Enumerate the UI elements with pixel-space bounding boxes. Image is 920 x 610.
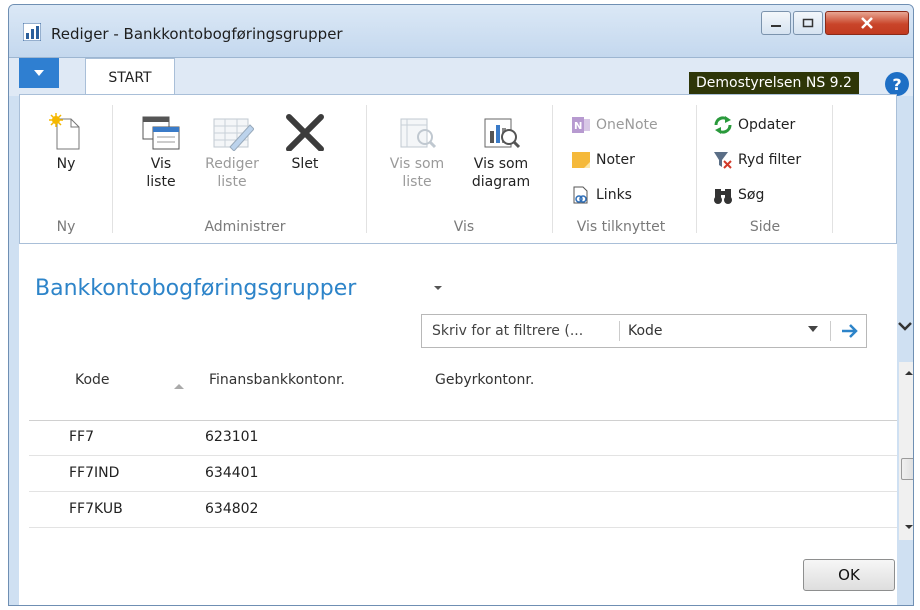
cell-finansbankkontonr: 634401 — [205, 465, 259, 481]
scroll-up-icon[interactable] — [904, 370, 914, 376]
column-header-kode[interactable]: Kode — [75, 372, 110, 388]
edit-list-label-1: Rediger — [205, 156, 259, 172]
ok-button[interactable]: OK — [803, 559, 895, 591]
chevron-down-icon[interactable] — [807, 324, 819, 334]
chart-magnifier-icon — [484, 118, 521, 149]
edit-list-label-2: liste — [217, 174, 247, 190]
help-icon[interactable]: ? — [885, 72, 909, 96]
view-as-chart-label-1: Vis som — [473, 156, 529, 172]
table-row[interactable]: FF7KUB 634802 — [29, 492, 897, 528]
title-bar[interactable]: Rediger - Bankkontobogføringsgrupper — [9, 5, 913, 57]
show-list-button[interactable]: Vis liste — [138, 113, 184, 191]
clear-filter-icon — [714, 152, 732, 169]
sort-ascending-icon — [174, 384, 184, 389]
onenote-button[interactable]: N OneNote — [570, 115, 658, 135]
view-as-list-button[interactable]: Vis som liste — [382, 113, 452, 191]
table-row[interactable]: FF7IND 634401 — [29, 456, 897, 492]
close-button[interactable] — [825, 11, 909, 35]
new-button[interactable]: Ny — [46, 113, 86, 173]
delete-icon — [286, 114, 324, 151]
tab-start[interactable]: START — [85, 58, 175, 96]
cell-kode: FF7IND — [69, 465, 120, 481]
maximize-icon — [794, 12, 822, 34]
group-label-side: Side — [749, 219, 781, 235]
file-menu-button[interactable] — [19, 58, 59, 88]
table-row[interactable]: FF7 623101 — [29, 420, 897, 456]
column-header-gebyrkontonr[interactable]: Gebyrkontonr. — [435, 372, 534, 388]
links-label: Links — [596, 187, 632, 203]
minimize-icon — [762, 12, 790, 34]
content-area: Bankkontobogføringsgrupper Skriv for at … — [19, 244, 913, 605]
close-icon — [826, 12, 908, 34]
refresh-button[interactable]: Opdater — [712, 115, 795, 135]
binoculars-icon — [714, 189, 732, 204]
maximize-button[interactable] — [793, 11, 823, 35]
show-list-label-2: liste — [146, 174, 176, 190]
ribbon: Ny Ny Vis liste Rediger liste Slet Admin… — [19, 94, 897, 244]
dialog-window: Rediger - Bankkontobogføringsgrupper STA… — [8, 4, 914, 606]
company-badge: Demostyrelsen NS 9.2 — [689, 72, 859, 94]
notes-label: Noter — [596, 152, 635, 168]
cell-finansbankkontonr: 634802 — [205, 501, 259, 517]
group-separator — [696, 105, 697, 233]
page-title: Bankkontobogføringsgrupper — [35, 276, 357, 301]
new-document-icon — [49, 113, 80, 150]
arrow-right-icon[interactable] — [839, 319, 861, 343]
view-as-chart-label-2: diagram — [471, 174, 531, 190]
notes-button[interactable]: Noter — [570, 150, 635, 170]
app-icon — [23, 23, 41, 41]
list-magnifier-icon — [400, 118, 437, 149]
scroll-down-icon[interactable] — [904, 524, 914, 530]
group-separator — [366, 105, 367, 233]
edit-list-icon — [213, 118, 254, 151]
delete-button[interactable]: Slet — [280, 113, 330, 173]
search-button[interactable]: Søg — [712, 185, 764, 205]
group-label-vis: Vis — [453, 219, 475, 235]
caret-down-icon[interactable] — [433, 284, 443, 292]
show-list-label-1: Vis — [150, 156, 172, 172]
refresh-icon — [714, 116, 732, 134]
cell-kode: FF7KUB — [69, 501, 123, 517]
minimize-button[interactable] — [761, 11, 791, 35]
window-title: Rediger - Bankkontobogføringsgrupper — [51, 25, 343, 43]
column-header-finansbankkontonr[interactable]: Finansbankkontonr. — [209, 372, 345, 388]
group-separator — [112, 105, 113, 233]
new-label: Ny — [56, 156, 76, 172]
vertical-scrollbar[interactable] — [899, 362, 914, 540]
data-grid: Kode Finansbankkontonr. Gebyrkontonr. FF… — [19, 362, 899, 542]
refresh-label: Opdater — [738, 117, 796, 133]
filter-input[interactable]: Skriv for at filtrere (... — [432, 323, 583, 339]
list-view-icon — [142, 116, 180, 150]
clear-filter-label: Ryd filter — [738, 152, 802, 168]
filter-field-select[interactable]: Kode — [628, 323, 663, 339]
onenote-icon: N — [572, 117, 590, 133]
filter-divider — [830, 321, 831, 341]
group-separator — [552, 105, 553, 233]
filter-bar: Skriv for at filtrere (... Kode — [421, 314, 867, 348]
onenote-label: OneNote — [596, 117, 658, 133]
group-label-ny: Ny — [56, 219, 76, 235]
notes-icon — [572, 152, 590, 168]
filter-divider — [619, 321, 620, 341]
search-label: Søg — [738, 187, 765, 203]
cell-finansbankkontonr: 623101 — [205, 429, 259, 445]
view-as-list-label-1: Vis som — [389, 156, 445, 172]
ribbon-tab-bar: START Demostyrelsen NS 9.2 ? — [9, 57, 913, 96]
links-icon — [573, 186, 588, 204]
view-as-list-label-2: liste — [402, 174, 432, 190]
edit-list-button[interactable]: Rediger liste — [202, 113, 262, 191]
group-separator — [832, 105, 833, 233]
view-as-chart-button[interactable]: Vis som diagram — [464, 113, 538, 191]
cell-kode: FF7 — [69, 429, 95, 445]
scroll-thumb[interactable] — [901, 458, 913, 480]
collapse-chevron-icon[interactable] — [897, 320, 913, 332]
group-label-administrer: Administrer — [204, 219, 286, 235]
links-button[interactable]: Links — [570, 185, 632, 205]
svg-text:N: N — [574, 121, 582, 132]
group-label-vis-tilknyttet: Vis tilknyttet — [576, 219, 666, 235]
chevron-down-icon — [34, 70, 44, 76]
clear-filter-button[interactable]: Ryd filter — [712, 150, 801, 170]
delete-label: Slet — [291, 156, 319, 172]
